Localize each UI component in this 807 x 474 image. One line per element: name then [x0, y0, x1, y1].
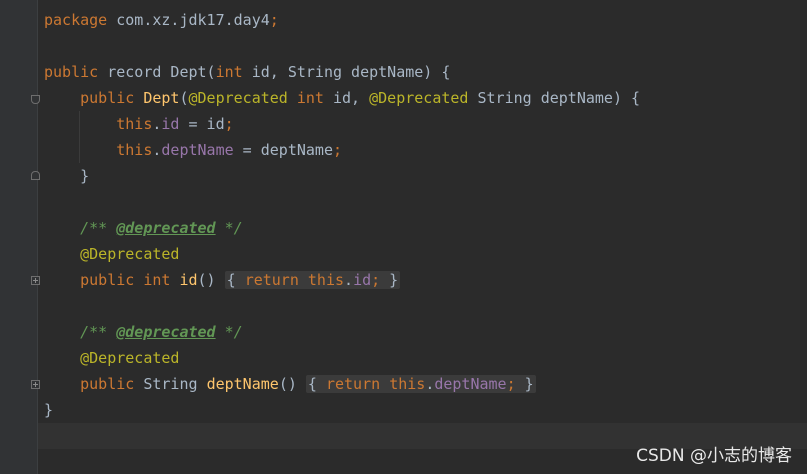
- code-line[interactable]: @Deprecated: [44, 241, 179, 267]
- code-text: record: [107, 63, 162, 81]
- code-text: Dept(: [161, 63, 216, 81]
- punctuation: ;: [371, 271, 381, 289]
- field-name: deptName: [434, 375, 507, 393]
- method-name: id: [179, 271, 198, 289]
- doc-comment: /**: [80, 219, 117, 237]
- code-text: }: [44, 167, 90, 185]
- annotation: @Deprecated: [369, 89, 469, 107]
- code-text: (): [197, 271, 216, 289]
- folded-body[interactable]: { return this.id; }: [224, 271, 401, 289]
- fold-expand-icon[interactable]: [31, 380, 40, 389]
- punctuation: ;: [333, 141, 343, 159]
- code-line[interactable]: }: [44, 397, 53, 423]
- code-text: }: [380, 271, 399, 289]
- code-text: (): [278, 375, 297, 393]
- code-line[interactable]: /** @deprecated */: [44, 215, 243, 241]
- keyword: this: [307, 271, 345, 289]
- constructor-name: Dept: [143, 89, 180, 107]
- code-text: {: [307, 375, 326, 393]
- code-line[interactable]: public int id() { return this.id; }: [44, 267, 401, 293]
- code-text: }: [44, 401, 54, 419]
- keyword: this: [116, 115, 153, 133]
- keyword: int: [143, 271, 171, 289]
- code-text: .: [344, 271, 354, 289]
- code-text: (: [179, 89, 189, 107]
- code-line[interactable]: public record Dept(int id, String deptNa…: [44, 59, 450, 85]
- method-name: deptName: [206, 375, 279, 393]
- annotation: @Deprecated: [80, 349, 180, 367]
- keyword: public: [80, 375, 135, 393]
- keyword: return: [325, 375, 381, 393]
- keyword: return: [244, 271, 299, 289]
- keyword: public: [80, 271, 135, 289]
- keyword: this: [116, 141, 153, 159]
- doc-comment: /**: [80, 323, 117, 341]
- code-line[interactable]: @Deprecated: [44, 345, 179, 371]
- keyword: this: [389, 375, 426, 393]
- code-text: {: [226, 271, 245, 289]
- keyword: int: [215, 63, 243, 81]
- punctuation: ;: [224, 115, 234, 133]
- folded-body[interactable]: { return this.deptName; }: [305, 375, 536, 393]
- fold-expand-icon[interactable]: [31, 276, 40, 285]
- punctuation: ;: [269, 11, 279, 29]
- code-text: }: [515, 375, 534, 393]
- editor-gutter: [0, 0, 38, 474]
- code-line[interactable]: package com.xz.jdk17.day4;: [44, 7, 279, 33]
- keyword: int: [296, 89, 324, 107]
- code-text: com.xz.jdk17.day4: [107, 11, 270, 29]
- fold-collapse-icon[interactable]: [31, 95, 40, 104]
- annotation: @Deprecated: [188, 89, 288, 107]
- annotation: @Deprecated: [80, 245, 180, 263]
- field-name: id: [161, 115, 180, 133]
- doc-comment: */: [215, 219, 243, 237]
- code-text: = id: [179, 115, 225, 133]
- punctuation: ;: [506, 375, 516, 393]
- code-text: id, String deptName) {: [242, 63, 451, 81]
- doc-comment: */: [215, 323, 243, 341]
- field-name: id: [353, 271, 372, 289]
- keyword: public: [44, 63, 99, 81]
- code-line[interactable]: public String deptName() { return this.d…: [44, 371, 536, 397]
- doc-tag: @deprecated: [116, 219, 216, 237]
- code-line[interactable]: this.deptName = deptName;: [44, 137, 342, 163]
- code-line[interactable]: this.id = id;: [44, 111, 234, 137]
- code-text: = deptName: [233, 141, 333, 159]
- code-editor[interactable]: package com.xz.jdk17.day4; public record…: [0, 0, 807, 474]
- field-name: deptName: [161, 141, 234, 159]
- keyword: package: [44, 11, 108, 29]
- fold-end-icon[interactable]: [31, 171, 40, 180]
- watermark: CSDN @小志的博客: [636, 446, 792, 466]
- code-line[interactable]: /** @deprecated */: [44, 319, 243, 345]
- doc-tag: @deprecated: [116, 323, 216, 341]
- code-text: .: [425, 375, 435, 393]
- keyword: public: [80, 89, 135, 107]
- code-text: String deptName) {: [468, 89, 641, 107]
- code-line[interactable]: }: [44, 163, 89, 189]
- code-text: String: [134, 375, 207, 393]
- code-text: id,: [323, 89, 370, 107]
- code-line[interactable]: public Dept(@Deprecated int id, @Depreca…: [44, 85, 640, 111]
